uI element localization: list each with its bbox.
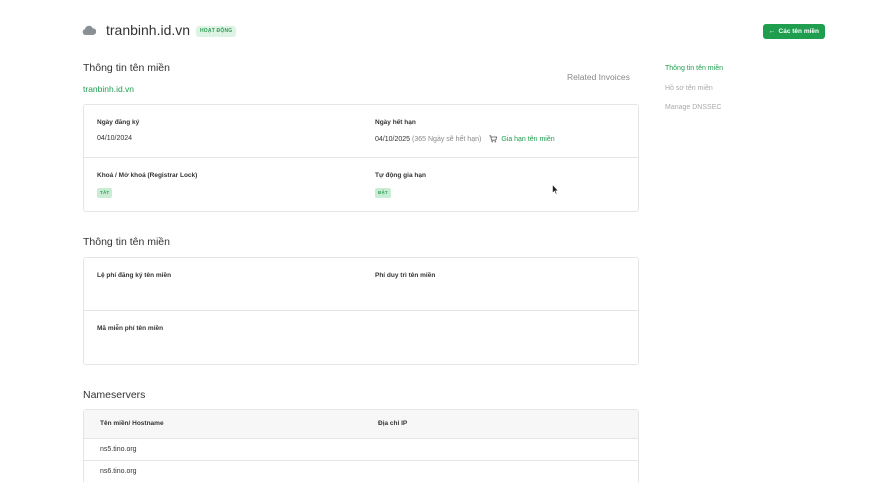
ip-column-header: Địa chỉ IP xyxy=(378,420,408,427)
expiry-note: (365 Ngày sẽ hết hạn) xyxy=(412,135,482,143)
dates-row: Ngày đăng ký 04/10/2024 Ngày hết hạn 04/… xyxy=(84,105,638,158)
renew-label: Gia hạn tên miền xyxy=(501,135,555,143)
hostname-column-header: Tên miền/ Hostname xyxy=(100,420,164,427)
domain-title: tranbinh.id.vn xyxy=(106,22,191,38)
mouse-cursor-icon xyxy=(552,184,559,195)
table-row: ns5.tino.org xyxy=(84,439,638,461)
auto-renew-label: Tự động gia hạn xyxy=(375,172,426,179)
domain-link[interactable]: tranbinh.id.vn xyxy=(83,84,134,94)
nameservers-table: Tên miền/ Hostname Địa chỉ IP ns5.tino.o… xyxy=(83,409,639,482)
expiry-label: Ngày hết hạn xyxy=(375,119,416,126)
exemption-row: Mã miễn phí tên miền xyxy=(84,311,638,364)
cart-icon xyxy=(489,135,498,143)
domain-info-card: Ngày đăng ký 04/10/2024 Ngày hết hạn 04/… xyxy=(83,104,639,212)
table-header: Tên miền/ Hostname Địa chỉ IP xyxy=(84,410,638,439)
table-row: ns6.tino.org xyxy=(84,461,638,482)
nameserver-hostname: ns6.tino.org xyxy=(100,468,137,475)
cloud-icon xyxy=(82,25,96,35)
domain-header: tranbinh.id.vn HOẠT ĐỘNG ← Các tên miền xyxy=(82,20,825,44)
registration-fee-label: Lệ phí đăng ký tên miền xyxy=(97,272,172,279)
side-nav: Thông tin tên miền Hồ sơ tên miền Manage… xyxy=(665,65,723,124)
lock-label: Khoá / Mở khoá (Registrar Lock) xyxy=(97,172,198,179)
registration-label: Ngày đăng ký xyxy=(97,119,140,126)
renew-link[interactable]: Gia hạn tên miền xyxy=(489,135,555,143)
maintenance-fee-label: Phí duy trì tên miền xyxy=(375,272,436,279)
registration-date: 04/10/2024 xyxy=(97,135,133,142)
related-invoices-link[interactable]: Related Invoices xyxy=(567,72,630,82)
auto-renew-toggle[interactable]: BẬT xyxy=(375,188,391,198)
nameservers-title: Nameservers xyxy=(83,389,146,401)
side-nav-domain-profile[interactable]: Hồ sơ tên miền xyxy=(665,85,723,105)
expiry-date: 04/10/2025 xyxy=(375,135,411,143)
exemption-code-label: Mã miễn phí tên miền xyxy=(97,325,164,332)
expiry-value: 04/10/2025 (365 Ngày sẽ hết hạn) Gia hạn… xyxy=(375,135,555,143)
side-nav-manage-dnssec[interactable]: Manage DNSSEC xyxy=(665,104,723,124)
domains-list-label: Các tên miền xyxy=(778,28,819,35)
side-nav-domain-info[interactable]: Thông tin tên miền xyxy=(665,65,723,85)
domains-list-button[interactable]: ← Các tên miền xyxy=(762,24,825,39)
domain-info-title: Thông tin tên miền xyxy=(83,62,170,74)
fees-card: Lệ phí đăng ký tên miền Phí duy trì tên … xyxy=(83,257,639,365)
fees-title: Thông tin tên miền xyxy=(83,236,170,248)
status-badge: HOẠT ĐỘNG xyxy=(196,26,237,37)
lock-toggle[interactable]: TẮT xyxy=(97,188,113,198)
arrow-left-icon: ← xyxy=(768,28,776,35)
nameserver-hostname: ns5.tino.org xyxy=(100,446,137,453)
fees-row: Lệ phí đăng ký tên miền Phí duy trì tên … xyxy=(84,258,638,311)
